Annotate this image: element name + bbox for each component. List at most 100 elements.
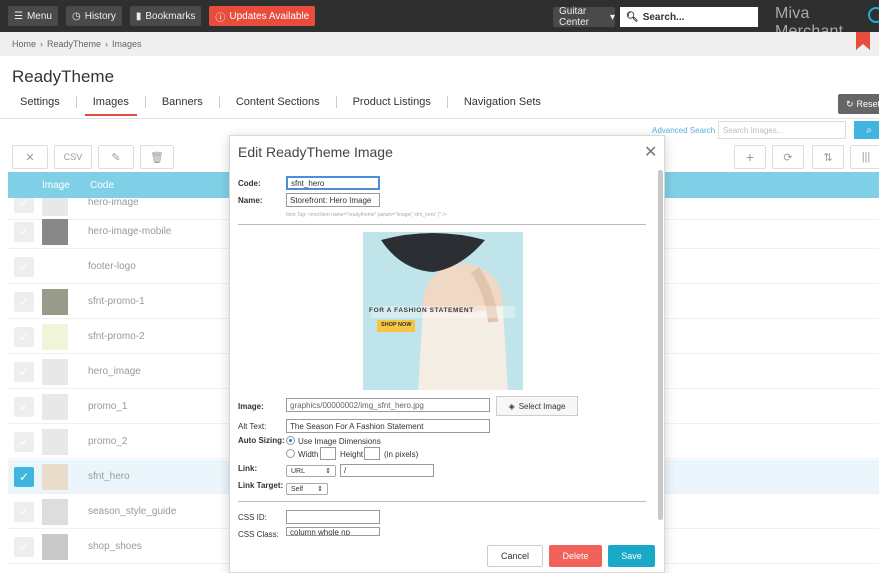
row-thumbnail xyxy=(42,358,68,385)
row-thumbnail xyxy=(42,393,68,420)
sort-button[interactable]: ⇅ xyxy=(812,145,844,169)
link-type-select[interactable]: URL ⇕ xyxy=(286,465,336,477)
menu-button[interactable]: ☰ Menu xyxy=(8,6,58,26)
css-id-label: CSS ID: xyxy=(238,513,267,522)
use-dimensions-label: Use Image Dimensions xyxy=(298,437,381,446)
plus-icon: + xyxy=(745,149,755,165)
image-path-value: graphics/00000002/img_sfnt_hero.jpg xyxy=(290,400,424,410)
row-thumbnail xyxy=(42,428,68,455)
link-input[interactable]: / xyxy=(340,464,434,477)
refresh-list-button[interactable]: ⟳ xyxy=(772,145,804,169)
tab-settings[interactable]: Settings xyxy=(12,96,68,108)
search-images-input[interactable]: Search Images... xyxy=(718,121,846,139)
row-checkbox[interactable]: ✓ xyxy=(14,326,34,347)
row-thumbnail xyxy=(42,198,68,216)
tab-content-sections[interactable]: Content Sections xyxy=(228,96,328,108)
tab-underline xyxy=(0,118,879,119)
row-thumbnail xyxy=(42,218,68,245)
breadcrumb-separator-icon: › xyxy=(105,39,109,49)
columns-button[interactable]: ||| xyxy=(850,145,879,169)
name-label: Name: xyxy=(238,196,263,205)
use-dimensions-radio[interactable] xyxy=(286,436,295,445)
global-search-input[interactable]: 🔍︎ Search... xyxy=(620,7,758,27)
global-search-placeholder: Search... xyxy=(642,11,685,23)
height-input[interactable] xyxy=(364,447,380,460)
select-image-button[interactable]: ◈ Select Image xyxy=(496,396,578,416)
hero-image-preview: FOR A FASHION STATEMENT SHOP NOW xyxy=(363,232,523,390)
select-image-label: Select Image xyxy=(518,401,566,411)
delete-button[interactable]: Delete xyxy=(549,545,602,567)
hero-cta: SHOP NOW xyxy=(381,322,412,328)
alt-text-input[interactable]: The Season For A Fashion Statement xyxy=(286,419,490,433)
chevron-down-icon: ▾ xyxy=(609,11,615,23)
width-input[interactable] xyxy=(320,447,336,460)
tab-banners[interactable]: Banners xyxy=(154,96,211,108)
row-checkbox[interactable]: ✓ xyxy=(14,291,34,312)
css-class-input[interactable]: column whole np xyxy=(286,527,380,536)
row-checkbox[interactable]: ✓ xyxy=(14,431,34,452)
row-code: hero-image-mobile xyxy=(88,226,172,237)
image-path-input[interactable]: graphics/00000002/img_sfnt_hero.jpg xyxy=(286,398,490,412)
close-icon[interactable]: ✕ xyxy=(644,142,657,162)
row-code: sfnt_hero xyxy=(88,471,130,482)
custom-size-radio[interactable] xyxy=(286,449,295,458)
cancel-button[interactable]: Cancel xyxy=(487,545,543,567)
menu-label: Menu xyxy=(26,10,52,22)
edit-button[interactable]: ✎ xyxy=(98,145,134,169)
link-type-value: URL xyxy=(291,467,306,475)
row-checkbox[interactable]: ✓ xyxy=(14,396,34,417)
refresh-icon: ↻ xyxy=(846,98,854,109)
row-code: season_style_guide xyxy=(88,506,177,517)
row-checkbox[interactable]: ✓ xyxy=(14,361,34,382)
store-selector[interactable]: Guitar Center ▾ xyxy=(553,6,615,28)
breadcrumb-images: Images xyxy=(112,39,142,49)
save-button[interactable]: Save xyxy=(608,545,655,567)
hero-headline: FOR A FASHION STATEMENT xyxy=(369,307,474,314)
updates-button[interactable]: ⓘ Updates Available xyxy=(209,6,316,26)
tab-navigation-sets[interactable]: Navigation Sets xyxy=(456,96,549,108)
bookmarks-button[interactable]: ▮ Bookmarks xyxy=(129,6,202,26)
row-thumbnail xyxy=(42,323,68,350)
reset-button[interactable]: ↻ Reset xyxy=(838,94,879,114)
column-header-code[interactable]: Code xyxy=(88,180,114,191)
breadcrumb-home[interactable]: Home xyxy=(12,39,36,49)
csv-button[interactable]: CSV xyxy=(54,145,92,169)
breadcrumb-readytheme[interactable]: ReadyTheme xyxy=(47,39,101,49)
close-selection-button[interactable]: ✕ xyxy=(12,145,48,169)
add-button[interactable]: + xyxy=(734,145,766,169)
link-label: Link: xyxy=(238,464,258,473)
link-value: / xyxy=(344,466,347,475)
name-input[interactable]: Storefront: Hero Image xyxy=(286,193,380,207)
tab-product-listings[interactable]: Product Listings xyxy=(345,96,439,108)
cancel-label: Cancel xyxy=(500,551,529,561)
bookmark-ribbon-icon[interactable] xyxy=(856,32,870,50)
row-checkbox-checked[interactable]: ✓ xyxy=(14,466,34,487)
trash-icon: 🗑︎ xyxy=(150,151,164,164)
row-thumbnail xyxy=(42,463,68,490)
page-title: ReadyTheme xyxy=(12,67,115,86)
delete-toolbar-button[interactable]: 🗑︎ xyxy=(140,145,174,169)
row-code: sfnt-promo-1 xyxy=(88,296,145,307)
css-class-value: column whole np xyxy=(290,528,351,536)
search-submit-button[interactable]: ⌕ xyxy=(854,121,879,139)
sort-icon: ⇅ xyxy=(823,151,833,164)
dialog-scrollbar[interactable] xyxy=(658,170,663,520)
tab-images[interactable]: Images xyxy=(84,96,137,116)
row-thumbnail xyxy=(42,288,68,315)
search-icon: 🔍︎ xyxy=(626,11,639,23)
row-checkbox[interactable]: ✓ xyxy=(14,221,34,242)
column-header-image[interactable]: Image xyxy=(8,180,88,191)
row-checkbox[interactable]: ✓ xyxy=(14,536,34,557)
hamburger-icon: ☰ xyxy=(14,10,23,22)
item-tag-hint: Item Tag: <mvt:item name="readytheme" pa… xyxy=(286,212,447,218)
css-id-input[interactable] xyxy=(286,510,380,524)
code-input[interactable]: sfnt_hero xyxy=(286,176,380,190)
history-button[interactable]: ◷ History xyxy=(65,6,122,26)
pencil-icon: ✎ xyxy=(111,151,121,164)
row-checkbox[interactable]: ✓ xyxy=(14,501,34,522)
link-target-select[interactable]: Self ⇕ xyxy=(286,483,328,495)
row-checkbox[interactable]: ✓ xyxy=(14,256,34,277)
row-checkbox[interactable]: ✓ xyxy=(14,198,34,213)
advanced-search-link[interactable]: Advanced Search xyxy=(652,126,715,135)
alt-text-value: The Season For A Fashion Statement xyxy=(290,421,424,431)
